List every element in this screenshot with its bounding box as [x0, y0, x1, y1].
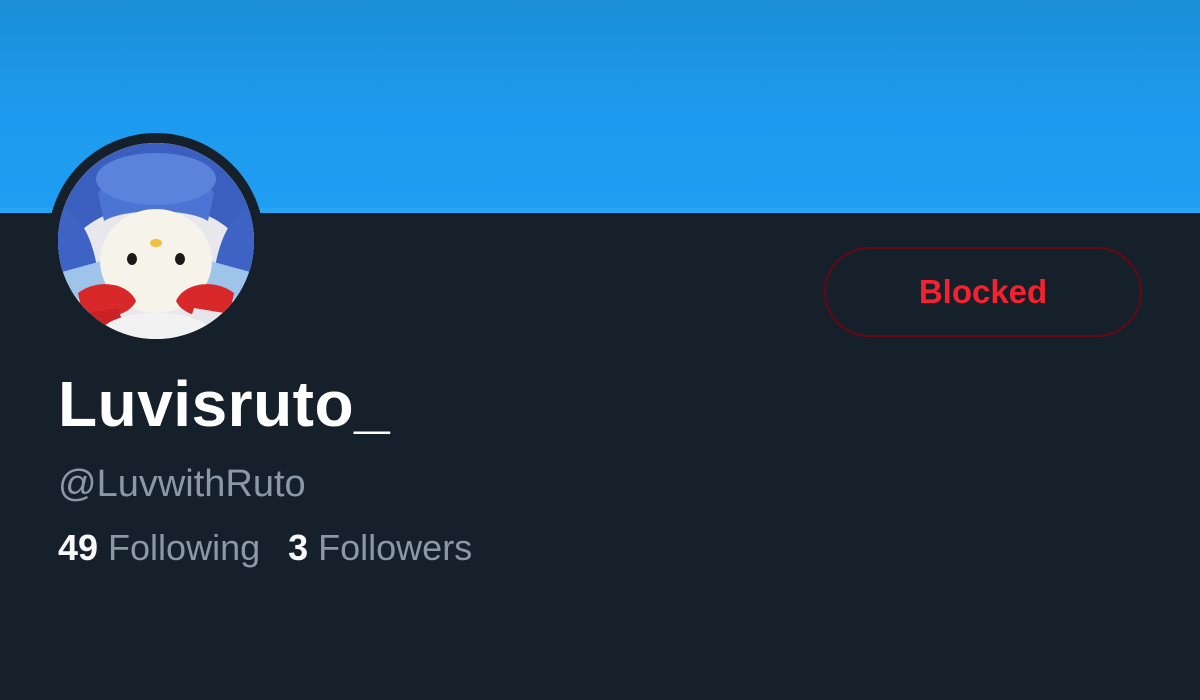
avatar[interactable]: [48, 133, 264, 349]
followers-link[interactable]: 3 Followers: [288, 530, 472, 566]
followers-label: Followers: [318, 527, 473, 568]
display-name: Luvisruto_: [58, 368, 391, 440]
profile-handle: @LuvwithRuto: [58, 463, 306, 505]
blocked-button[interactable]: Blocked: [824, 247, 1142, 337]
following-count: 49: [58, 527, 99, 568]
plush-penguin-avatar-icon: [58, 143, 254, 339]
profile-stats: 49 Following 3 Followers: [58, 530, 472, 566]
following-link[interactable]: 49 Following: [58, 530, 260, 566]
following-label: Following: [108, 527, 261, 568]
profile-page: Blocked Luvisruto_ @LuvwithRuto 49 Follo…: [0, 0, 1200, 700]
followers-count: 3: [288, 527, 309, 568]
blocked-button-label: Blocked: [918, 273, 1048, 310]
